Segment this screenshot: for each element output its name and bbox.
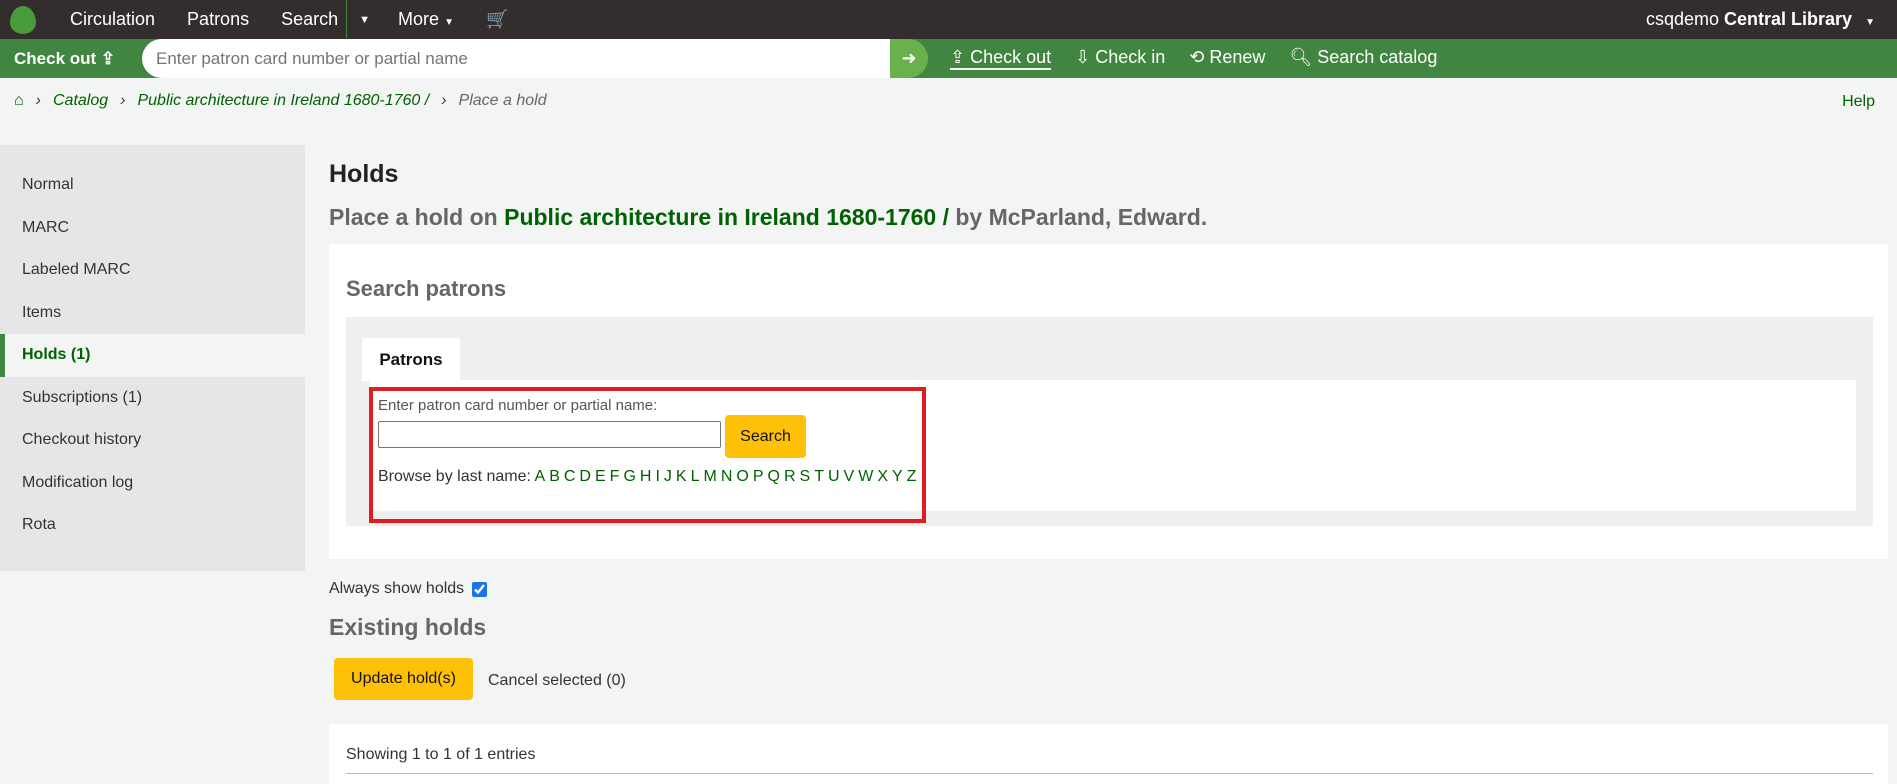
sidebar-item-marc[interactable]: MARC — [0, 207, 305, 250]
search-dropdown-caret-icon[interactable]: ▼ — [347, 14, 382, 26]
nav-circulation[interactable]: Circulation — [54, 9, 171, 30]
browse-letter-h[interactable]: H — [640, 468, 652, 485]
patron-quick-input[interactable] — [142, 39, 890, 78]
browse-letter-p[interactable]: P — [753, 468, 764, 485]
browse-letter-a[interactable]: A — [535, 468, 546, 485]
checkout-tab[interactable]: ⇪ Check out — [950, 47, 1052, 70]
table-info: Showing 1 to 1 of 1 entries — [346, 746, 536, 763]
page-subtitle: Place a hold on Public architecture in I… — [329, 204, 1207, 231]
caret-down-icon: ▼ — [444, 17, 454, 28]
nav-patrons[interactable]: Patrons — [171, 9, 265, 30]
chevron-icon: › — [441, 92, 447, 109]
browse-letter-w[interactable]: W — [858, 468, 873, 485]
browse-label: Browse by last name: — [378, 468, 531, 485]
patron-search-input[interactable] — [378, 421, 721, 448]
sidebar-item-labeled-marc[interactable]: Labeled MARC — [0, 249, 305, 292]
browse-letter-l[interactable]: L — [691, 468, 700, 485]
browse-by-last-name: Browse by last name: ABCDEFGHIJKLMNOPQRS… — [378, 468, 920, 486]
breadcrumb-record[interactable]: Public architecture in Ireland 1680-1760… — [137, 92, 429, 110]
book-title-link[interactable]: Public architecture in Ireland 1680-1760… — [504, 204, 949, 230]
search-catalog-tab-label: Search catalog — [1317, 47, 1438, 67]
always-show-holds[interactable]: Always show holds — [329, 580, 488, 598]
checkout-label-text: Check out — [14, 48, 97, 68]
sidebar-item-holds[interactable]: Holds (1) — [0, 334, 305, 377]
browse-letter-z[interactable]: Z — [907, 468, 917, 485]
renew-tab[interactable]: ⟲ Renew — [1189, 47, 1265, 70]
browse-letter-e[interactable]: E — [595, 468, 606, 485]
caret-down-icon: ▼ — [1865, 17, 1875, 28]
page-title: Holds — [329, 160, 399, 188]
holds-table-panel: Showing 1 to 1 of 1 entries — [329, 724, 1888, 784]
top-navbar: Circulation Patrons Search ▼ More ▼ 🛒 cs… — [0, 0, 1897, 39]
search-button[interactable]: Search — [725, 415, 806, 458]
always-show-holds-label: Always show holds — [329, 580, 465, 597]
browse-letter-r[interactable]: R — [784, 468, 796, 485]
breadcrumb: ⌂ › Catalog › Public architecture in Irela… — [14, 92, 547, 110]
browse-letter-v[interactable]: V — [844, 468, 855, 485]
browse-letter-y[interactable]: Y — [892, 468, 903, 485]
checkin-tab[interactable]: ⇩ Check in — [1075, 47, 1165, 70]
browse-letter-c[interactable]: C — [564, 468, 576, 485]
search-patrons-heading: Search patrons — [346, 276, 507, 301]
update-holds-button[interactable]: Update hold(s) — [334, 658, 473, 700]
sidebar-item-normal[interactable]: Normal — [0, 164, 305, 207]
quick-action-bar: Check out ⇪ ➜ ⇪ Check out ⇩ Check in ⟲ R… — [0, 39, 1897, 78]
sidebar: Normal MARC Labeled MARC Items Holds (1)… — [0, 145, 305, 571]
patron-search-label: Enter patron card number or partial name… — [378, 397, 658, 414]
search-catalog-tab[interactable]: 🔍︎ Search catalog — [1289, 47, 1437, 70]
submit-arrow-icon[interactable]: ➜ — [890, 39, 928, 78]
koha-logo-icon[interactable] — [10, 5, 36, 34]
tab-patrons[interactable]: Patrons — [362, 338, 460, 381]
sidebar-item-modification-log[interactable]: Modification log — [0, 462, 305, 505]
sidebar-item-items[interactable]: Items — [0, 292, 305, 335]
browse-letter-d[interactable]: D — [579, 468, 591, 485]
sidebar-item-checkout-history[interactable]: Checkout history — [0, 419, 305, 462]
browse-letter-f[interactable]: F — [610, 468, 620, 485]
chevron-icon: › — [120, 92, 126, 109]
sidebar-item-rota[interactable]: Rota — [0, 504, 305, 547]
browse-letter-t[interactable]: T — [814, 468, 824, 485]
cancel-selected-button[interactable]: Cancel selected (0) — [488, 672, 626, 690]
renew-tab-label: Renew — [1209, 47, 1266, 67]
browse-letter-k[interactable]: K — [676, 468, 687, 485]
browse-letter-j[interactable]: J — [664, 468, 672, 485]
browse-letter-m[interactable]: M — [703, 468, 716, 485]
browse-letter-s[interactable]: S — [800, 468, 811, 485]
username: csqdemo — [1645, 9, 1720, 29]
browse-letter-q[interactable]: Q — [768, 468, 780, 485]
help-link[interactable]: Help — [1842, 93, 1875, 111]
upload-icon: ⇪ — [100, 48, 116, 68]
checkout-label: Check out ⇪ — [0, 49, 129, 69]
always-show-holds-checkbox[interactable] — [472, 581, 488, 597]
cart-icon[interactable]: 🛒 — [470, 9, 524, 30]
breadcrumb-catalog[interactable]: Catalog — [53, 92, 108, 110]
browse-letter-i[interactable]: I — [655, 468, 659, 485]
browse-letter-g[interactable]: G — [623, 468, 635, 485]
checkin-tab-label: Check in — [1095, 47, 1166, 67]
browse-letter-o[interactable]: O — [736, 468, 748, 485]
browse-letter-n[interactable]: N — [721, 468, 733, 485]
chevron-icon: › — [35, 92, 41, 109]
browse-letter-u[interactable]: U — [828, 468, 840, 485]
author: by McParland, Edward. — [955, 204, 1208, 230]
divider — [346, 773, 1873, 774]
nav-search[interactable]: Search — [265, 9, 346, 30]
library-name: Central Library — [1724, 9, 1853, 29]
browse-letter-x[interactable]: X — [877, 468, 888, 485]
breadcrumb-current: Place a hold — [458, 92, 547, 109]
subtitle-prefix: Place a hold on — [329, 204, 498, 230]
nav-more[interactable]: More ▼ — [382, 9, 470, 30]
home-icon[interactable]: ⌂ — [14, 92, 24, 110]
checkout-tab-label: Check out — [970, 47, 1052, 67]
user-menu[interactable]: csqdemo Central Library ▼ — [1646, 9, 1875, 30]
nav-more-label: More — [398, 9, 440, 29]
browse-letter-b[interactable]: B — [549, 468, 560, 485]
existing-holds-heading: Existing holds — [329, 614, 487, 640]
sidebar-item-subscriptions[interactable]: Subscriptions (1) — [0, 377, 305, 420]
